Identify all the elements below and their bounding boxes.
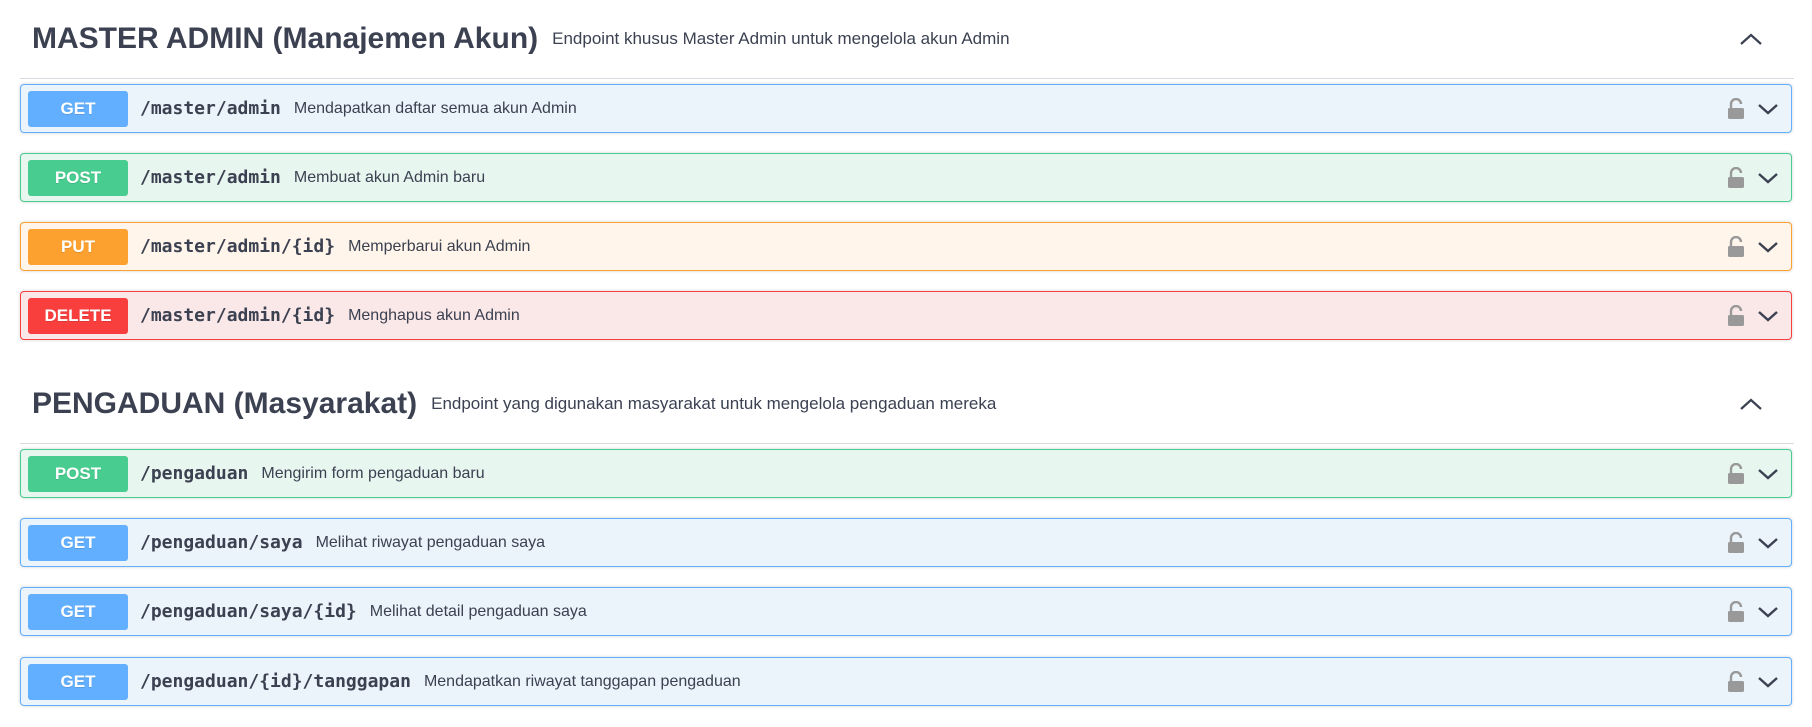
operation-path: /pengaduan/saya	[140, 532, 303, 553]
unlocked-padlock-icon[interactable]	[1727, 462, 1745, 485]
operation-summary: Melihat detail pengaduan saya	[369, 602, 587, 620]
operation-path: /pengaduan/saya/{id}	[140, 601, 357, 622]
operation-path: /master/admin/{id}	[140, 236, 336, 257]
operation-summary: Menghapus akun Admin	[348, 306, 520, 324]
operation-summary: Mendapatkan daftar semua akun Admin	[293, 99, 577, 117]
operation-summary: Mendapatkan riwayat tanggapan pengaduan	[423, 672, 741, 690]
unlocked-padlock-icon[interactable]	[1727, 97, 1745, 120]
operation-summary: Memperbarui akun Admin	[348, 237, 531, 255]
tag-section-pengaduan: PENGADUAN (Masyarakat) Endpoint yang dig…	[20, 365, 1794, 706]
operation-summary: Melihat riwayat pengaduan saya	[315, 533, 546, 551]
chevron-down-icon[interactable]	[1757, 102, 1779, 116]
tag-description: Endpoint khusus Master Admin untuk menge…	[552, 29, 1010, 48]
operation-path: /master/admin	[140, 167, 281, 188]
tag-title: PENGADUAN (Masyarakat)	[32, 387, 418, 420]
method-badge: POST	[28, 455, 128, 492]
chevron-down-icon[interactable]	[1757, 536, 1779, 550]
chevron-down-icon[interactable]	[1757, 171, 1779, 185]
unlocked-padlock-icon[interactable]	[1727, 531, 1745, 554]
operation-get-pengaduan-saya-id[interactable]: GET /pengaduan/saya/{id} Melihat detail …	[20, 587, 1792, 636]
chevron-up-icon[interactable]	[1738, 26, 1764, 52]
operation-path: /pengaduan	[140, 463, 249, 484]
operation-post-master-admin[interactable]: POST /master/admin Membuat akun Admin ba…	[20, 153, 1792, 202]
operation-get-pengaduan-saya[interactable]: GET /pengaduan/saya Melihat riwayat peng…	[20, 518, 1792, 567]
swagger-operations-page: MASTER ADMIN (Manajemen Akun) Endpoint k…	[0, 0, 1812, 727]
method-badge: GET	[28, 663, 128, 700]
operation-get-master-admin[interactable]: GET /master/admin Mendapatkan daftar sem…	[20, 84, 1792, 133]
operation-summary: Membuat akun Admin baru	[293, 168, 486, 186]
method-badge: GET	[28, 90, 128, 127]
unlocked-padlock-icon[interactable]	[1727, 670, 1745, 693]
method-badge: PUT	[28, 228, 128, 265]
operation-put-master-admin-id[interactable]: PUT /master/admin/{id} Memperbarui akun …	[20, 222, 1792, 271]
unlocked-padlock-icon[interactable]	[1727, 600, 1745, 623]
method-badge: DELETE	[28, 297, 128, 334]
operation-path: /pengaduan/{id}/tanggapan	[140, 671, 411, 692]
chevron-down-icon[interactable]	[1757, 240, 1779, 254]
chevron-down-icon[interactable]	[1757, 675, 1779, 689]
chevron-down-icon[interactable]	[1757, 605, 1779, 619]
tag-header-master-admin[interactable]: MASTER ADMIN (Manajemen Akun) Endpoint k…	[20, 0, 1794, 79]
tag-section-master-admin: MASTER ADMIN (Manajemen Akun) Endpoint k…	[20, 0, 1794, 340]
operation-path: /master/admin	[140, 98, 281, 119]
operation-summary: Mengirim form pengaduan baru	[261, 464, 485, 482]
unlocked-padlock-icon[interactable]	[1727, 304, 1745, 327]
unlocked-padlock-icon[interactable]	[1727, 166, 1745, 189]
operation-get-pengaduan-id-tanggapan[interactable]: GET /pengaduan/{id}/tanggapan Mendapatka…	[20, 657, 1792, 706]
chevron-down-icon[interactable]	[1757, 467, 1779, 481]
method-badge: GET	[28, 593, 128, 630]
tag-header-pengaduan[interactable]: PENGADUAN (Masyarakat) Endpoint yang dig…	[20, 365, 1794, 444]
operation-post-pengaduan[interactable]: POST /pengaduan Mengirim form pengaduan …	[20, 449, 1792, 498]
chevron-down-icon[interactable]	[1757, 309, 1779, 323]
method-badge: POST	[28, 159, 128, 196]
operation-delete-master-admin-id[interactable]: DELETE /master/admin/{id} Menghapus akun…	[20, 291, 1792, 340]
tag-title: MASTER ADMIN (Manajemen Akun)	[32, 22, 539, 55]
unlocked-padlock-icon[interactable]	[1727, 235, 1745, 258]
method-badge: GET	[28, 524, 128, 561]
operation-path: /master/admin/{id}	[140, 305, 336, 326]
tag-description: Endpoint yang digunakan masyarakat untuk…	[431, 394, 997, 413]
chevron-up-icon[interactable]	[1738, 391, 1764, 417]
